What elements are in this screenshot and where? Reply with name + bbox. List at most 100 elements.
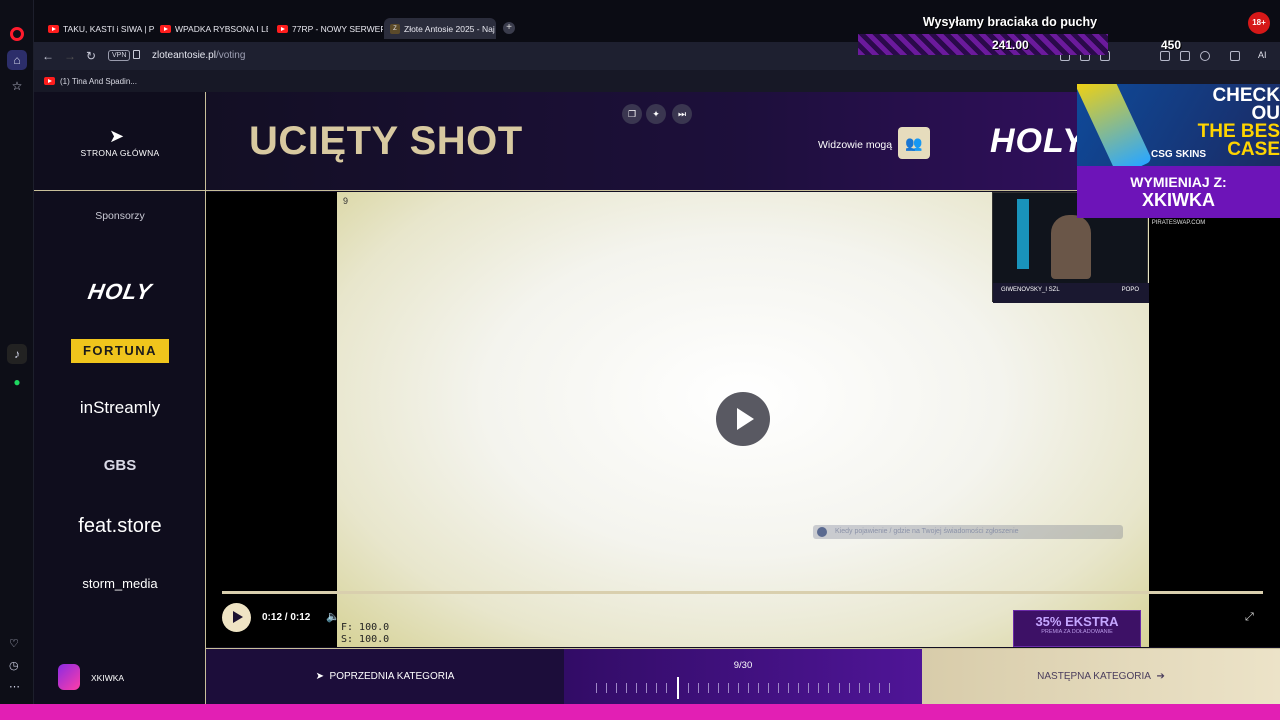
knife-graphic	[1077, 84, 1153, 166]
fps-readout: F: 100.0 S: 100.0	[341, 622, 390, 645]
viewers-group-button[interactable]: 👥	[898, 127, 930, 159]
category-tick	[888, 683, 890, 693]
category-title: UCIĘTY SHOT	[249, 119, 523, 163]
goal-amount: 241.00	[992, 38, 1029, 52]
user-name: XKIWKA	[91, 673, 125, 683]
category-tick	[828, 683, 830, 693]
category-tick	[858, 683, 860, 693]
category-tick	[737, 683, 739, 693]
youtube-icon	[44, 77, 55, 85]
category-tick	[868, 683, 870, 693]
video-progress-bar[interactable]	[222, 591, 1263, 594]
sponsor-fortuna[interactable]: FORTUNA	[71, 339, 169, 363]
ad-brand: CSG SKINS	[1151, 149, 1207, 160]
tab-3[interactable]: 77RP - NOWY SERWER W	[271, 18, 383, 39]
arrow-left-icon: ➤	[109, 126, 125, 146]
profile-icon[interactable]	[1200, 51, 1210, 61]
goal-target: 450	[1161, 38, 1182, 52]
category-tick	[707, 683, 709, 693]
corner-label: 9	[343, 196, 349, 206]
star-icon[interactable]: ☆	[7, 76, 27, 96]
home-label: STRONA GŁÓWNA	[80, 148, 160, 158]
sponsor-featstore[interactable]: feat.store	[34, 515, 206, 538]
play-button[interactable]	[222, 603, 251, 632]
category-tick	[758, 683, 759, 693]
current-category-tick	[676, 677, 679, 699]
tab-1[interactable]: TAKU, KASTI i SIWA | PATR	[42, 18, 154, 39]
ad-banner: CHECK OU THE BES CASE CSG SKINS	[1077, 84, 1280, 166]
category-tick	[646, 683, 648, 693]
opera-logo-icon[interactable]	[7, 24, 27, 44]
download-icon[interactable]	[1160, 51, 1170, 61]
new-tab-button[interactable]: +	[503, 22, 515, 34]
screen: ⌂ ☆ ♪ ● ♡ ◷ ⋯ TAKU, KASTI i SIWA | PATR …	[0, 0, 1280, 720]
back-icon[interactable]: ←	[42, 49, 54, 63]
prev-category-button[interactable]: ➤ POPRZEDNIA KATEGORIA	[206, 649, 564, 704]
sponsor-instreamly[interactable]: inStreamly	[34, 398, 206, 418]
url-field[interactable]: zloteantosie.pl/voting	[152, 50, 245, 61]
category-tick	[616, 683, 618, 693]
tab-4-active[interactable]: Z Złote Antosie 2025 - Naj	[384, 18, 496, 39]
sparkle-icon[interactable]: ✦	[646, 104, 666, 124]
counter-text: 9/30	[733, 660, 753, 671]
more-icon[interactable]: ⋯	[9, 680, 20, 693]
category-tick	[747, 683, 749, 693]
heart-icon[interactable]: ♡	[9, 637, 19, 650]
left-column: ➤ STRONA GŁÓWNA Sponsorzy HOLY FORTUNA i…	[34, 92, 206, 704]
history-icon[interactable]: ◷	[9, 659, 19, 672]
lock-icon	[133, 50, 140, 59]
tab-2[interactable]: WPADKA RYBSONA I LEG	[154, 18, 268, 39]
video-player[interactable]: 9 GIWENOVSKY_I SZL POPO Kiedy pojawienie…	[206, 192, 1280, 647]
info-icon	[817, 527, 827, 537]
spotify-icon[interactable]: ●	[7, 372, 27, 392]
copy-icon[interactable]: ❐	[622, 104, 642, 124]
bottom-accent-strip	[0, 704, 1280, 720]
forward-icon[interactable]: →	[64, 49, 76, 63]
sponsor-stormmedia[interactable]: storm_media	[34, 576, 206, 591]
fullscreen-icon[interactable]: ⤢	[1245, 611, 1254, 624]
volume-icon[interactable]: 🔈	[326, 610, 340, 623]
category-tick	[778, 683, 780, 693]
sponsor-gbs[interactable]: GBS	[34, 457, 206, 474]
extensions-icon[interactable]	[1230, 51, 1240, 61]
brand-logo: HOLY	[990, 122, 1086, 160]
video-frame[interactable]: 9 GIWENOVSKY_I SZL POPO Kiedy pojawienie…	[337, 192, 1149, 647]
category-tick	[626, 683, 628, 693]
sponsors-title: Sponsorzy	[95, 210, 145, 222]
arrow-right-icon: ➔	[1150, 671, 1165, 682]
category-tick	[606, 683, 608, 693]
home-icon[interactable]: ⌂	[7, 50, 27, 70]
category-tick	[666, 683, 668, 693]
next-category-button[interactable]: NASTĘPNA KATEGORIA ➔	[922, 649, 1280, 704]
youtube-icon	[160, 24, 171, 33]
sponsor-holy[interactable]: HOLY	[34, 279, 208, 305]
light-strip	[1017, 199, 1029, 269]
category-tick	[656, 683, 658, 693]
play-overlay-button[interactable]	[716, 392, 770, 446]
category-navigation: ➤ POPRZEDNIA KATEGORIA 9/30 NASTĘPNA KAT…	[206, 648, 1280, 704]
youtube-icon	[48, 24, 59, 33]
category-tick	[788, 683, 790, 693]
reload-icon[interactable]: ↻	[86, 49, 96, 63]
bonus-banner: 35% EKSTRA PREMIA ZA DOŁADOWANIE	[1013, 610, 1141, 647]
bookmark-item[interactable]: (1) Tina And Spadin...	[60, 77, 137, 86]
category-ticks	[596, 677, 890, 699]
category-tick	[808, 683, 810, 693]
info-note: Kiedy pojawienie / gdzie na Twojej świad…	[813, 525, 1123, 539]
vpn-badge[interactable]: VPN	[108, 50, 131, 61]
category-tick	[838, 683, 840, 693]
tiktok-icon[interactable]: ♪	[7, 344, 27, 364]
viewers-label: Widzowie mogą	[818, 139, 893, 151]
category-tick	[596, 683, 597, 693]
age-badge: 18+	[1248, 12, 1270, 34]
category-counter: 9/30	[564, 649, 922, 704]
category-tick	[687, 683, 689, 693]
skip-icon[interactable]: ⏭	[672, 104, 692, 124]
youtube-icon	[277, 24, 288, 33]
site-favicon-icon: Z	[390, 23, 400, 34]
home-link[interactable]: ➤ STRONA GŁÓWNA	[34, 92, 206, 191]
ai-button[interactable]: AI	[1258, 50, 1267, 60]
menu-icon[interactable]	[1180, 51, 1190, 61]
avatar[interactable]	[58, 664, 80, 690]
tab-bar: TAKU, KASTI i SIWA | PATR WPADKA RYBSONA…	[34, 16, 880, 40]
